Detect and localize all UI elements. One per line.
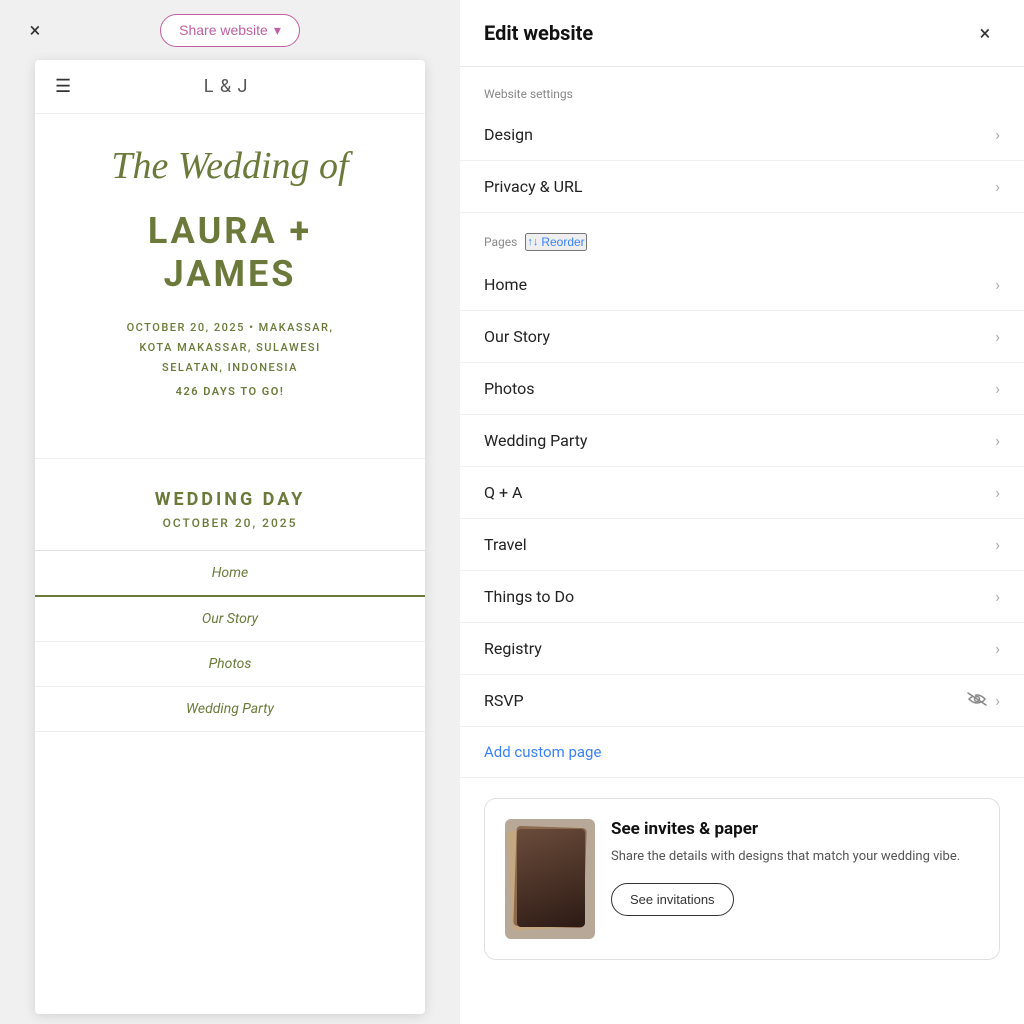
website-preview-card: ☰ L & J The Wedding of LAURA + JAMES OCT… bbox=[35, 60, 425, 1014]
page-photos-item[interactable]: Photos › bbox=[460, 363, 1024, 415]
days-to-go: 426 DAYS TO GO! bbox=[55, 385, 405, 398]
page-rsvp-item[interactable]: RSVP › bbox=[460, 675, 1024, 727]
website-settings-label: Website settings bbox=[460, 67, 1024, 109]
page-wedding-party-label: Wedding Party bbox=[484, 431, 588, 450]
page-registry-item[interactable]: Registry › bbox=[460, 623, 1024, 675]
page-our-story-label: Our Story bbox=[484, 327, 550, 346]
website-logo: L & J bbox=[204, 76, 249, 97]
page-travel-label: Travel bbox=[484, 535, 527, 554]
page-registry-label: Registry bbox=[484, 639, 542, 658]
page-home-item[interactable]: Home › bbox=[460, 259, 1024, 311]
share-button-arrow: ▾ bbox=[274, 22, 281, 39]
promo-content: See invites & paper Share the details wi… bbox=[611, 819, 979, 916]
page-things-to-do-item[interactable]: Things to Do › bbox=[460, 571, 1024, 623]
design-menu-item[interactable]: Design › bbox=[460, 109, 1024, 161]
website-hero: The Wedding of LAURA + JAMES OCTOBER 20,… bbox=[35, 114, 425, 448]
see-invitations-button[interactable]: See invitations bbox=[611, 883, 734, 916]
footer-nav-wedding-party[interactable]: Wedding Party bbox=[35, 687, 425, 732]
page-our-story-item[interactable]: Our Story › bbox=[460, 311, 1024, 363]
pages-label: Pages bbox=[484, 235, 517, 249]
website-footer-nav: Home Our Story Photos Wedding Party bbox=[35, 550, 425, 732]
privacy-url-chevron-icon: › bbox=[995, 177, 1000, 196]
preview-topbar: × Share website ▾ bbox=[0, 0, 460, 60]
edit-website-title: Edit website bbox=[484, 21, 593, 45]
edit-website-panel: Edit website × Website settings Design ›… bbox=[460, 0, 1024, 1024]
add-custom-page-button[interactable]: Add custom page bbox=[460, 727, 1024, 778]
page-our-story-chevron-icon: › bbox=[995, 327, 1000, 346]
hamburger-icon: ☰ bbox=[55, 78, 71, 96]
page-home-label: Home bbox=[484, 275, 527, 294]
preview-close-button[interactable]: × bbox=[20, 15, 50, 45]
page-qa-item[interactable]: Q + A › bbox=[460, 467, 1024, 519]
wedding-day-section: WEDDING DAY OCTOBER 20, 2025 bbox=[35, 458, 425, 550]
page-things-to-do-chevron-icon: › bbox=[995, 587, 1000, 606]
design-label: Design bbox=[484, 125, 533, 144]
edit-website-close-button[interactable]: × bbox=[970, 18, 1000, 48]
page-rsvp-label: RSVP bbox=[484, 691, 524, 710]
couple-names: LAURA + JAMES bbox=[55, 210, 405, 296]
footer-nav-our-story[interactable]: Our Story bbox=[35, 597, 425, 642]
page-travel-chevron-icon: › bbox=[995, 535, 1000, 554]
wedding-day-date: OCTOBER 20, 2025 bbox=[55, 516, 405, 530]
footer-nav-photos[interactable]: Photos bbox=[35, 642, 425, 687]
promo-title: See invites & paper bbox=[611, 819, 979, 839]
preview-panel: × Share website ▾ ☰ L & J The Wedding of… bbox=[0, 0, 460, 1024]
promo-description: Share the details with designs that matc… bbox=[611, 847, 979, 867]
page-registry-chevron-icon: › bbox=[995, 639, 1000, 658]
page-qa-chevron-icon: › bbox=[995, 483, 1000, 502]
edit-website-header: Edit website × bbox=[460, 0, 1024, 67]
privacy-url-label: Privacy & URL bbox=[484, 177, 582, 196]
page-photos-chevron-icon: › bbox=[995, 379, 1000, 398]
promo-image bbox=[505, 819, 595, 939]
page-home-chevron-icon: › bbox=[995, 275, 1000, 294]
reorder-arrows-icon: ↑↓ bbox=[527, 236, 538, 248]
share-website-button[interactable]: Share website ▾ bbox=[160, 14, 300, 47]
reorder-button[interactable]: ↑↓ Reorder bbox=[525, 233, 586, 251]
page-photos-label: Photos bbox=[484, 379, 535, 398]
wedding-script-title: The Wedding of bbox=[55, 144, 405, 190]
privacy-url-menu-item[interactable]: Privacy & URL › bbox=[460, 161, 1024, 213]
reorder-label: Reorder bbox=[541, 235, 584, 249]
page-wedding-party-item[interactable]: Wedding Party › bbox=[460, 415, 1024, 467]
design-chevron-icon: › bbox=[995, 125, 1000, 144]
footer-nav-home[interactable]: Home bbox=[35, 551, 425, 597]
page-travel-item[interactable]: Travel › bbox=[460, 519, 1024, 571]
page-things-to-do-label: Things to Do bbox=[484, 587, 574, 606]
page-rsvp-chevron-icon: › bbox=[995, 691, 1000, 710]
edit-website-content: Website settings Design › Privacy & URL … bbox=[460, 67, 1024, 980]
website-nav: ☰ L & J bbox=[35, 60, 425, 114]
wedding-day-label: WEDDING DAY bbox=[55, 489, 405, 510]
pages-header: Pages ↑↓ Reorder bbox=[460, 213, 1024, 259]
couple-names-line2: JAMES bbox=[55, 253, 405, 296]
rsvp-right: › bbox=[967, 691, 1000, 710]
couple-names-line1: LAURA + bbox=[55, 210, 405, 253]
promo-card: See invites & paper Share the details wi… bbox=[484, 798, 1000, 960]
page-qa-label: Q + A bbox=[484, 483, 522, 502]
page-wedding-party-chevron-icon: › bbox=[995, 431, 1000, 450]
share-button-label: Share website bbox=[179, 22, 268, 38]
wedding-date-location: OCTOBER 20, 2025 • MAKASSAR,KOTA MAKASSA… bbox=[55, 318, 405, 377]
rsvp-hidden-icon bbox=[967, 692, 987, 710]
